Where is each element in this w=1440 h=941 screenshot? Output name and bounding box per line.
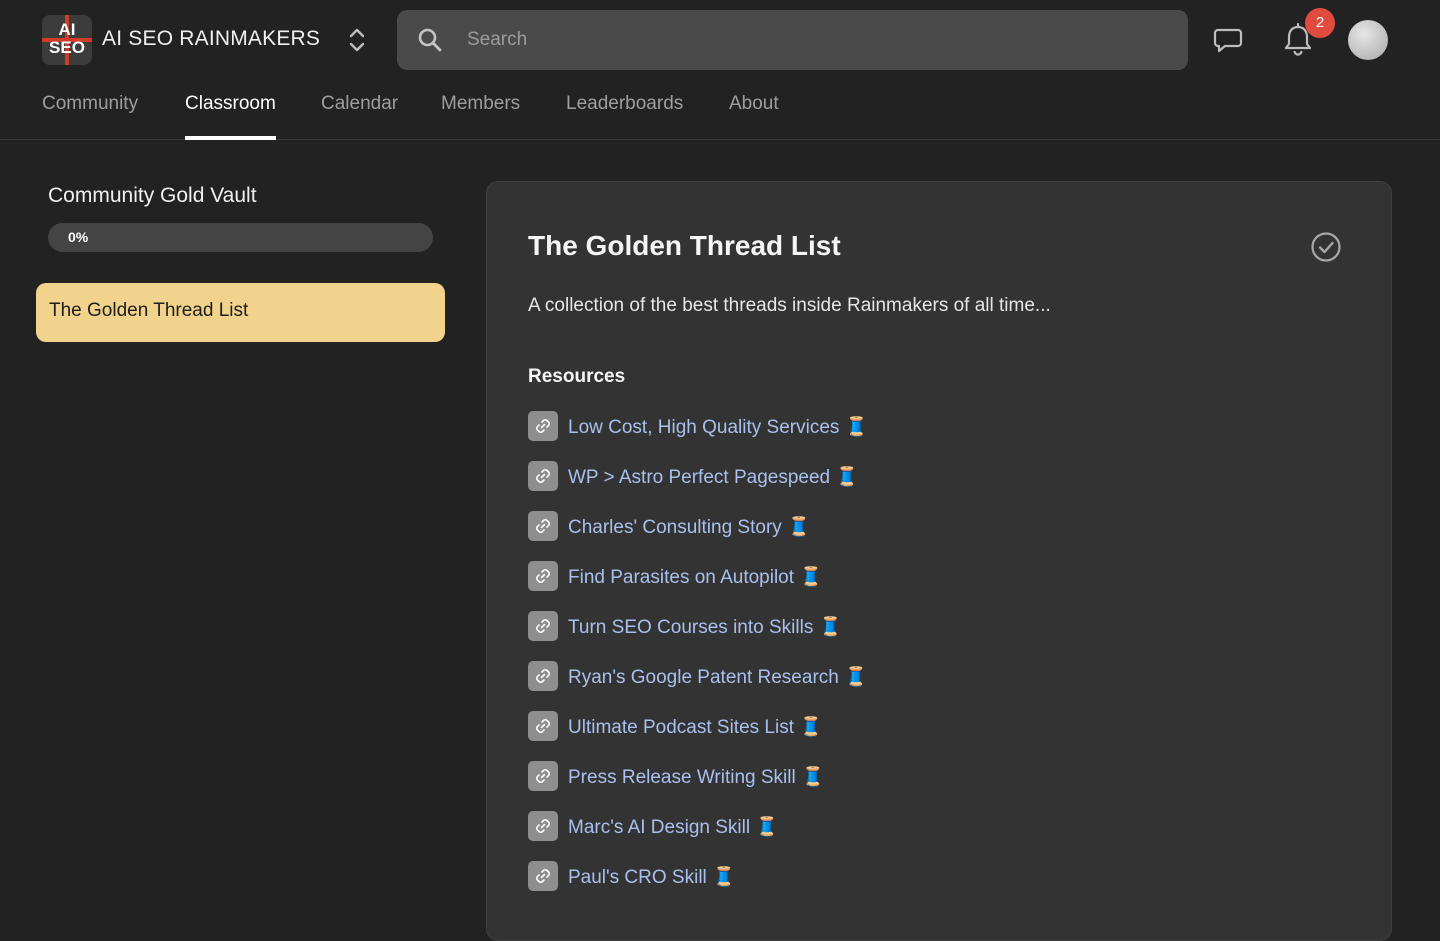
lesson-content-panel: The Golden Thread List A collection of t…	[486, 181, 1392, 941]
resource-link[interactable]: WP > Astro Perfect Pagespeed 🧵	[568, 465, 859, 489]
group-logo[interactable]: AI SEO	[42, 15, 92, 65]
group-name[interactable]: AI SEO RAINMAKERS	[102, 27, 320, 51]
logo-text-line1: AI	[58, 20, 76, 39]
link-icon	[528, 811, 558, 841]
top-header: AI SEO AI SEO RAINMAKERS 2 Community Cla…	[0, 0, 1440, 140]
tab-leaderboards[interactable]: Leaderboards	[566, 84, 683, 140]
main-nav: Community Classroom Calendar Members Lea…	[0, 84, 1440, 140]
notification-badge: 2	[1305, 8, 1335, 38]
link-icon	[528, 561, 558, 591]
link-icon	[528, 411, 558, 441]
resources-heading: Resources	[528, 366, 626, 387]
link-icon	[528, 511, 558, 541]
progress-label: 0%	[68, 229, 89, 245]
link-icon	[528, 861, 558, 891]
link-icon	[528, 661, 558, 691]
search-bar[interactable]	[397, 10, 1188, 70]
resource-link[interactable]: Turn SEO Courses into Skills 🧵	[568, 615, 842, 639]
tab-classroom[interactable]: Classroom	[185, 84, 276, 140]
search-input[interactable]	[465, 10, 1165, 70]
lesson-title: The Golden Thread List	[528, 230, 841, 261]
resource-link[interactable]: Low Cost, High Quality Services 🧵	[568, 415, 868, 439]
search-icon	[418, 28, 442, 52]
course-progress-bar: 0%	[48, 223, 433, 252]
link-icon	[528, 761, 558, 791]
resource-link[interactable]: Paul's CRO Skill 🧵	[568, 865, 736, 889]
avatar[interactable]	[1348, 20, 1388, 60]
link-icon	[528, 711, 558, 741]
logo-text-line2: SEO	[49, 38, 85, 57]
chevron-updown-icon[interactable]	[346, 26, 368, 54]
check-circle-icon[interactable]	[1310, 231, 1342, 263]
tab-about[interactable]: About	[729, 84, 779, 140]
lesson-item-golden-thread-list[interactable]: The Golden Thread List	[36, 283, 445, 342]
resource-link[interactable]: Ultimate Podcast Sites List 🧵	[568, 715, 823, 739]
course-title: Community Gold Vault	[48, 184, 257, 207]
link-icon	[528, 461, 558, 491]
link-icon	[528, 611, 558, 641]
tab-community[interactable]: Community	[42, 84, 138, 140]
tab-members[interactable]: Members	[441, 84, 520, 140]
tab-calendar[interactable]: Calendar	[321, 84, 398, 140]
lesson-label: The Golden Thread List	[49, 300, 249, 321]
resource-link[interactable]: Find Parasites on Autopilot 🧵	[568, 565, 823, 589]
resource-link[interactable]: Ryan's Google Patent Research 🧵	[568, 665, 868, 689]
lesson-description: A collection of the best threads inside …	[528, 295, 1051, 316]
resource-link[interactable]: Charles' Consulting Story 🧵	[568, 515, 811, 539]
chat-icon[interactable]	[1212, 24, 1244, 56]
resource-link[interactable]: Marc's AI Design Skill 🧵	[568, 815, 779, 839]
resource-link[interactable]: Press Release Writing Skill 🧵	[568, 765, 825, 789]
